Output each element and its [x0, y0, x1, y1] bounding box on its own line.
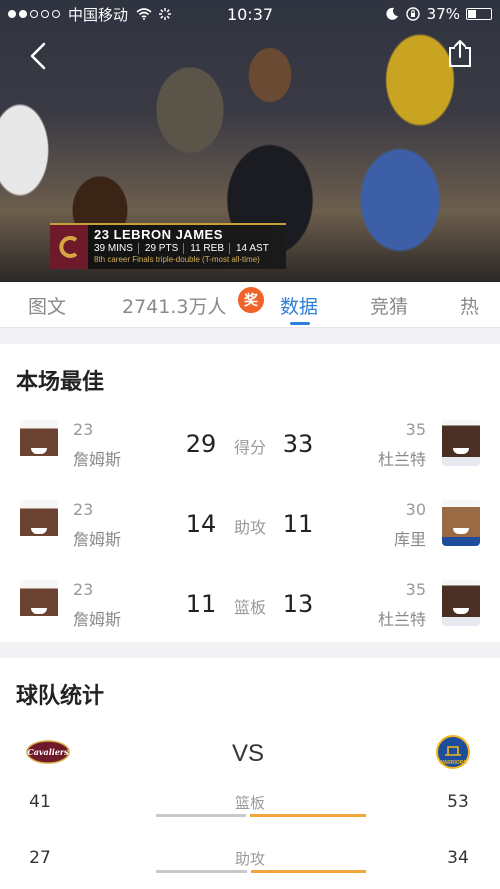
right-player-name: 杜兰特: [377, 450, 426, 469]
stat-label: 得分: [233, 438, 266, 457]
home-team-value: 41: [29, 792, 51, 812]
tab-text-live[interactable]: 图文: [28, 292, 66, 319]
overlay-rebounds: 11 REB: [190, 243, 230, 254]
best-players-title: 本场最佳: [16, 370, 105, 395]
away-stat-bar: [250, 814, 366, 817]
overlay-note: 8th career Finals triple-double (T-most …: [94, 255, 260, 264]
away-team-value: 34: [447, 848, 469, 868]
share-button[interactable]: [446, 38, 474, 68]
left-player-value: 14: [185, 510, 217, 538]
home-team-value: 27: [29, 848, 51, 868]
vs-label: VS: [232, 740, 265, 767]
clock: 10:37: [226, 5, 274, 24]
right-player-number: 30: [405, 500, 426, 519]
best-players-card: 本场最佳 23 詹姆斯 29 得分 33 35 杜兰特 23 詹姆斯 14 助攻…: [0, 344, 500, 642]
left-player-name: 詹姆斯: [73, 610, 122, 629]
avatar: [442, 500, 480, 546]
team-stats-title: 球队统计: [16, 684, 105, 709]
right-player-value: 13: [282, 590, 314, 618]
left-player-number: 23: [73, 420, 94, 439]
left-player-value: 29: [185, 430, 217, 458]
left-player-name: 詹姆斯: [73, 530, 122, 549]
right-player-name: 库里: [393, 530, 426, 549]
team-stats-card: 球队统计 Cavaliers VS WARRIORS 41 篮板 53 27 助…: [0, 658, 500, 889]
left-player-value: 11: [185, 590, 217, 618]
right-player-name: 杜兰特: [377, 610, 426, 629]
active-tab-indicator: [290, 322, 310, 325]
tab-hot[interactable]: 热: [460, 292, 479, 319]
home-stat-bar: [156, 870, 247, 873]
avatar: [442, 580, 480, 626]
team-stat-label: 助攻: [234, 850, 265, 868]
stat-label: 助攻: [233, 518, 266, 537]
warriors-logo[interactable]: WARRIORS: [436, 735, 470, 771]
team-stat-row-assists: 27 助攻 34: [0, 848, 500, 888]
tab-stats[interactable]: 数据: [280, 292, 318, 319]
tab-chat-room[interactable]: 2741.3万人: [122, 292, 226, 319]
back-button[interactable]: [26, 40, 54, 72]
video-player[interactable]: 中国移动 10:37 37% 23 LEBRON JAMES 39 MINS 2…: [0, 0, 500, 282]
overlay-points: 29 PTS: [145, 243, 185, 254]
battery-icon: [466, 8, 492, 20]
stat-label: 篮板: [233, 598, 266, 617]
overlay-player-name: 23 LEBRON JAMES: [94, 227, 223, 242]
player-stat-overlay: 23 LEBRON JAMES 39 MINS 29 PTS 11 REB 14…: [50, 223, 286, 269]
right-player-number: 35: [405, 420, 426, 439]
avatar: [20, 500, 58, 546]
avatar: [442, 420, 480, 466]
cavaliers-logo-icon: [50, 225, 88, 269]
overlay-assists: 14 AST: [236, 243, 269, 254]
away-team-value: 53: [447, 792, 469, 812]
left-player-name: 詹姆斯: [73, 450, 122, 469]
home-stat-bar: [156, 814, 246, 817]
tab-guess[interactable]: 竞猜: [370, 292, 408, 319]
status-bar: 中国移动 10:37 37%: [0, 0, 500, 28]
best-player-row-rebounds[interactable]: 23 詹姆斯 11 篮板 13 35 杜兰特: [0, 578, 500, 638]
reward-badge[interactable]: 奖: [236, 285, 266, 315]
best-player-row-points[interactable]: 23 詹姆斯 29 得分 33 35 杜兰特: [0, 418, 500, 478]
right-player-number: 35: [405, 580, 426, 599]
right-player-value: 33: [282, 430, 314, 458]
left-player-number: 23: [73, 500, 94, 519]
overlay-stat-line: 39 MINS 29 PTS 11 REB 14 AST: [94, 243, 280, 254]
avatar: [20, 580, 58, 626]
right-player-value: 11: [282, 510, 314, 538]
away-stat-bar: [251, 870, 366, 873]
cavaliers-logo-text: Cavaliers: [27, 747, 69, 757]
team-stat-label: 篮板: [234, 794, 265, 812]
team-stat-row-rebounds: 41 篮板 53: [0, 792, 500, 832]
cavaliers-logo[interactable]: Cavaliers: [26, 738, 70, 766]
avatar: [20, 420, 58, 466]
best-player-row-assists[interactable]: 23 詹姆斯 14 助攻 11 30 库里: [0, 498, 500, 558]
warriors-logo-text: WARRIORS: [439, 760, 467, 766]
left-player-number: 23: [73, 580, 94, 599]
overlay-minutes: 39 MINS: [94, 243, 139, 254]
